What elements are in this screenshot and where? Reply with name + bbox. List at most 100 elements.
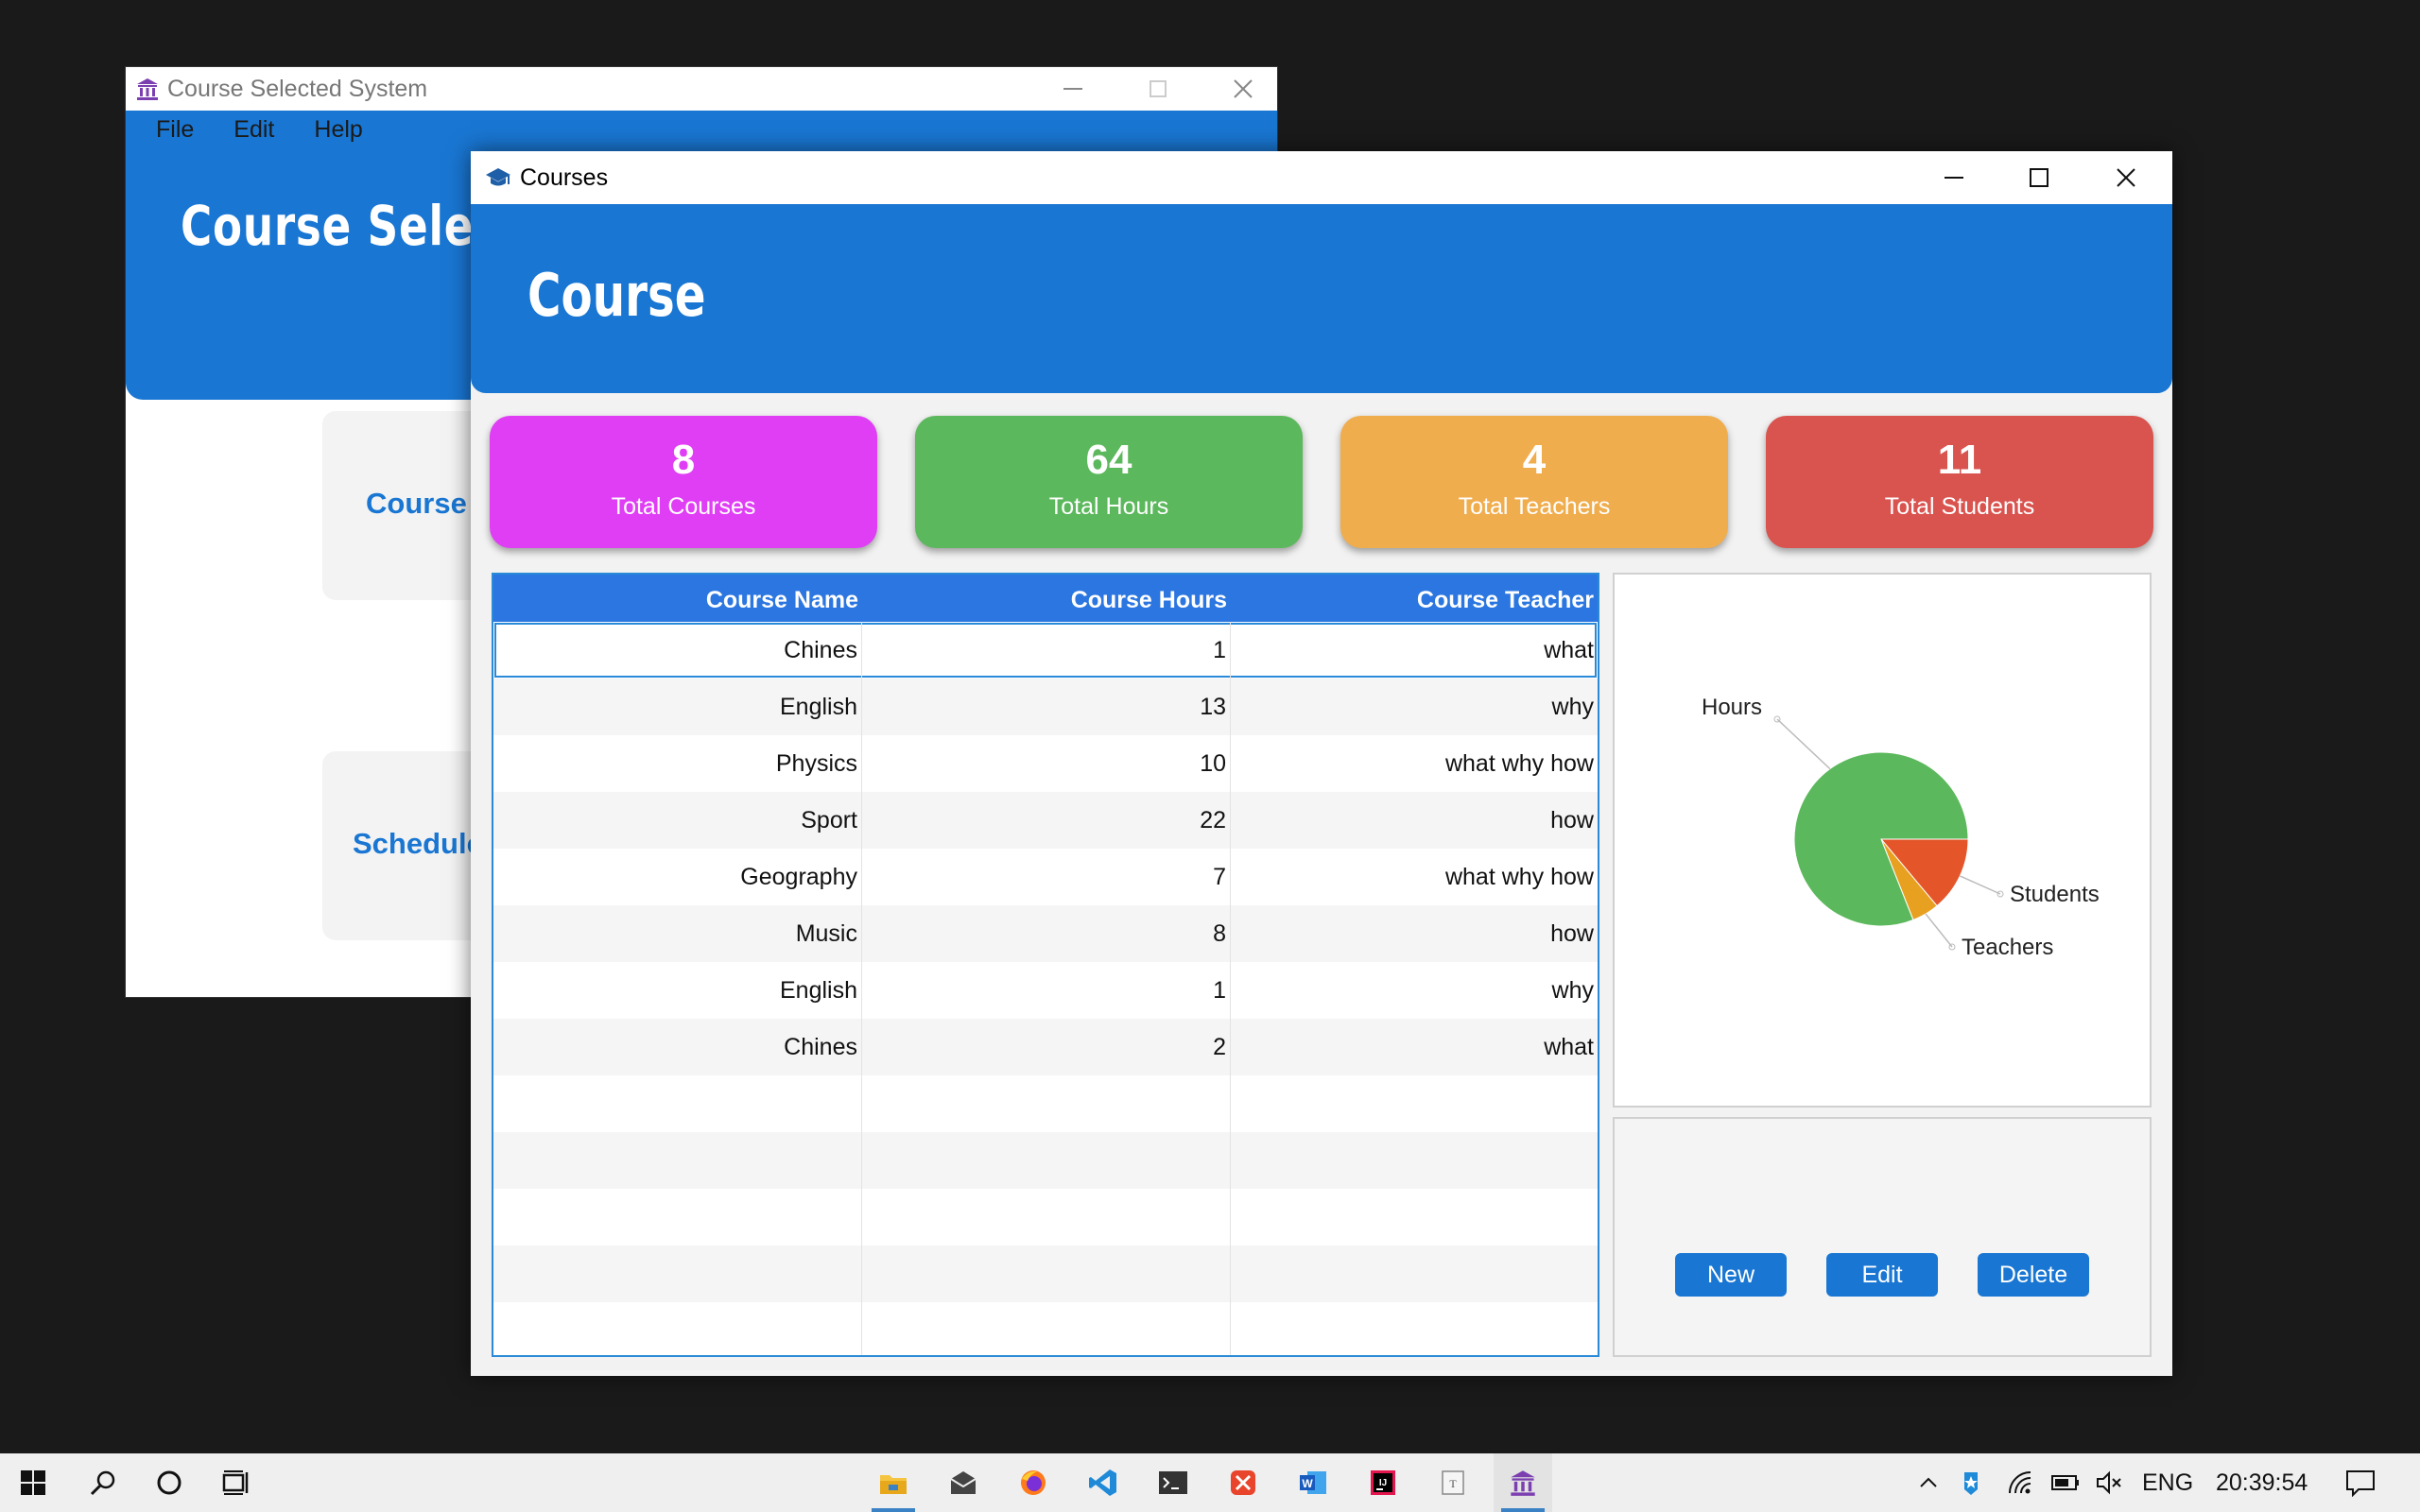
course-app-icon[interactable] — [1494, 1453, 1552, 1512]
cell-course-teacher: what — [1544, 1034, 1594, 1060]
empty-table-row[interactable] — [493, 1189, 1598, 1246]
menu-file[interactable]: File — [156, 116, 194, 144]
notification-icon[interactable] — [2331, 1453, 2390, 1512]
cell-course-teacher — [1231, 1302, 1598, 1355]
empty-table-row[interactable] — [493, 1302, 1598, 1355]
cell-course-name: Chines — [493, 622, 862, 679]
cell-course-teacher — [1231, 1246, 1598, 1302]
table-header: Course Name Course Hours Course Teacher — [493, 575, 1598, 622]
stat-label: Total Teachers — [1458, 493, 1611, 520]
stat-label: Total Hours — [1048, 493, 1169, 520]
pie-label-teachers: Teachers — [1962, 935, 2053, 960]
stat-card-total-hours: 64 Total Hours — [915, 416, 1303, 548]
cell-course-teacher: how — [1550, 920, 1594, 947]
cell-course-name — [493, 1246, 862, 1302]
search-icon[interactable] — [74, 1453, 132, 1512]
cell-course-hours — [862, 1132, 1231, 1189]
menu-help[interactable]: Help — [314, 116, 362, 144]
cell-course-hours: 13 — [862, 679, 1231, 735]
cell-course-name: Music — [493, 905, 862, 962]
cell-course-name — [493, 1302, 862, 1355]
course-tile-label: Course — [366, 487, 467, 520]
cell-course-name: English — [493, 679, 862, 735]
file-explorer-icon[interactable] — [864, 1453, 923, 1512]
fg-window-title: Courses — [520, 163, 609, 191]
column-header-course-teacher[interactable]: Course Teacher — [1231, 575, 1598, 622]
xmind-icon[interactable] — [1214, 1453, 1272, 1512]
stat-value: 8 — [671, 437, 696, 483]
svg-text:IJ: IJ — [1379, 1478, 1387, 1488]
bg-minimize-button[interactable] — [1035, 67, 1111, 111]
cell-course-teacher — [1231, 1132, 1598, 1189]
stat-value: 4 — [1522, 437, 1547, 483]
battery-icon[interactable] — [2042, 1453, 2089, 1512]
action-panel: New Edit Delete — [1613, 1117, 2152, 1357]
pie-label-hours: Hours — [1702, 695, 1762, 720]
cell-course-hours: 1 — [862, 962, 1231, 1019]
cell-course-hours: 22 — [862, 792, 1231, 849]
volume-muted-icon[interactable] — [2085, 1453, 2133, 1512]
pie-leader-line — [1925, 913, 1953, 948]
bg-maximize-button[interactable] — [1120, 67, 1196, 111]
table-row[interactable]: Sport 22 how — [493, 792, 1598, 849]
table-row[interactable]: Physics 10 what why how — [493, 735, 1598, 792]
menu-edit[interactable]: Edit — [233, 116, 274, 144]
taskbar: W IJ T ENG 20:39:54 — [0, 1453, 2420, 1512]
pie-leader-line — [1776, 718, 1831, 770]
empty-table-row[interactable] — [493, 1246, 1598, 1302]
task-view-icon[interactable] — [208, 1453, 267, 1512]
word-icon[interactable]: W — [1284, 1453, 1342, 1512]
edit-button[interactable]: Edit — [1826, 1253, 1938, 1297]
pie-leader-line — [1960, 875, 2001, 895]
table-row[interactable]: Geography 7 what why how — [493, 849, 1598, 905]
tray-app-icon[interactable] — [1947, 1453, 1995, 1512]
maximize-button[interactable] — [1996, 151, 2082, 204]
typora-icon[interactable]: T — [1424, 1453, 1482, 1512]
cell-course-hours — [862, 1302, 1231, 1355]
table-row[interactable]: Chines 1 what — [493, 622, 1598, 679]
windows-start-icon[interactable] — [4, 1453, 62, 1512]
cell-course-hours — [862, 1075, 1231, 1132]
courses-table[interactable]: Course Name Course Hours Course Teacher … — [492, 573, 1599, 1357]
pie-chart: Hours Students Teachers — [1702, 695, 2100, 960]
wifi-icon[interactable] — [1996, 1453, 2044, 1512]
column-header-course-name[interactable]: Course Name — [493, 575, 862, 622]
minimize-button[interactable] — [1911, 151, 1996, 204]
firefox-icon[interactable] — [1004, 1453, 1063, 1512]
close-button[interactable] — [2083, 151, 2169, 204]
stat-value: 11 — [1937, 437, 1982, 483]
stat-label: Total Students — [1884, 493, 2035, 520]
table-row[interactable]: English 13 why — [493, 679, 1598, 735]
cell-course-name: English — [493, 962, 862, 1019]
cortana-icon[interactable] — [140, 1453, 199, 1512]
empty-table-row[interactable] — [493, 1075, 1598, 1132]
courses-window: Courses Course 8 Total Courses 64 Total … — [471, 151, 2172, 1376]
cell-course-name — [493, 1189, 862, 1246]
mail-icon[interactable] — [934, 1453, 993, 1512]
intellij-icon[interactable]: IJ — [1354, 1453, 1412, 1512]
table-row[interactable]: Music 8 how — [493, 905, 1598, 962]
pie-label-students: Students — [2010, 882, 2100, 907]
language-indicator[interactable]: ENG — [2142, 1453, 2193, 1512]
table-row[interactable]: Chines 2 what — [493, 1019, 1598, 1075]
table-row[interactable]: English 1 why — [493, 962, 1598, 1019]
vscode-icon[interactable] — [1074, 1453, 1132, 1512]
empty-table-row[interactable] — [493, 1132, 1598, 1189]
page-title: Course — [527, 261, 706, 330]
bg-menu-bar: File Edit Help — [126, 111, 1277, 148]
terminal-icon[interactable] — [1144, 1453, 1202, 1512]
clock[interactable]: 20:39:54 — [2216, 1453, 2308, 1512]
cell-course-teacher: what — [1544, 637, 1594, 663]
delete-button[interactable]: Delete — [1978, 1253, 2089, 1297]
column-header-course-hours[interactable]: Course Hours — [862, 575, 1231, 622]
bg-close-button[interactable] — [1205, 67, 1281, 111]
stat-card-total-students: 11 Total Students — [1766, 416, 2153, 548]
new-button[interactable]: New — [1675, 1253, 1787, 1297]
cell-course-name: Physics — [493, 735, 862, 792]
cell-course-hours: 8 — [862, 905, 1231, 962]
pie-chart-panel: Hours Students Teachers — [1613, 573, 2152, 1108]
bank-icon — [133, 75, 162, 103]
cell-course-teacher: what why how — [1444, 750, 1594, 777]
svg-text:T: T — [1449, 1477, 1457, 1490]
cell-course-hours: 7 — [862, 849, 1231, 905]
